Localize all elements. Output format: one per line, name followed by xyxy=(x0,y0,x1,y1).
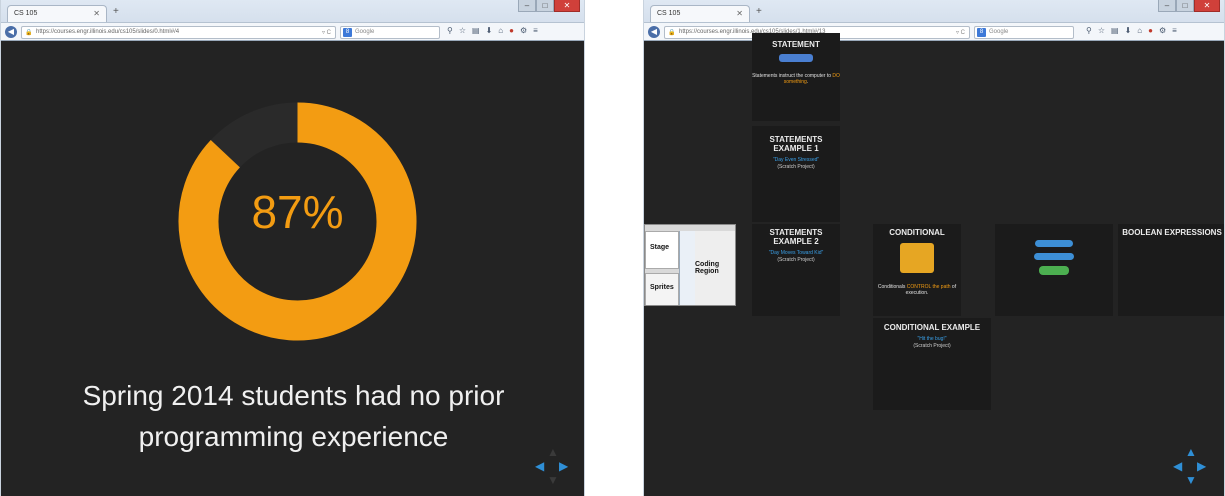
browser-window-left: CS 105 ✕ + – □ ✕ ◀ 🔒 https://courses.eng… xyxy=(0,0,585,496)
caption-line-1: Spring 2014 students had no prior xyxy=(82,380,505,411)
boolean-block-2 xyxy=(1034,253,1074,260)
boolean-block-1 xyxy=(1035,240,1073,247)
card-title: STATEMENTS EXAMPLE 1 xyxy=(769,135,823,153)
bookmark-star-icon[interactable]: ☆ xyxy=(1098,26,1105,35)
close-window-icon[interactable]: ✕ xyxy=(554,0,580,12)
close-tab-icon[interactable]: ✕ xyxy=(736,9,743,18)
slide-card-statements-example-1[interactable]: STATEMENTS EXAMPLE 1 "Day Even Stressed"… xyxy=(752,126,840,222)
browser-chrome: CS 105 ✕ + – □ ✕ ◀ 🔒 https://courses.eng… xyxy=(1,0,584,41)
bookmarks-list-icon[interactable]: ▤ xyxy=(472,26,480,35)
maximize-icon[interactable]: □ xyxy=(1176,0,1194,12)
card-title: STATEMENTS EXAMPLE 2 xyxy=(769,228,823,246)
card-subtitle: (Scratch Project) xyxy=(777,164,815,170)
menu-icon[interactable]: ≡ xyxy=(533,26,538,35)
tab-title: CS 105 xyxy=(657,10,681,17)
url-text: https://courses.engr.illinois.edu/cs105/… xyxy=(36,29,180,35)
menu-icon[interactable]: ≡ xyxy=(1172,26,1177,35)
home-icon[interactable]: ⌂ xyxy=(1137,26,1142,35)
search-icon[interactable]: ⚲ xyxy=(447,26,453,35)
back-arrow-icon[interactable]: ◀ xyxy=(648,26,660,38)
nav-right-arrow-icon[interactable]: ▶ xyxy=(1197,460,1206,472)
caption-line-2: programming experience xyxy=(138,421,449,452)
toolbar-icons: ⚲ ☆ ▤ ⬇ ⌂ ● ⚙ ≡ xyxy=(1086,26,1177,35)
tab-title: CS 105 xyxy=(14,10,38,17)
close-tab-icon[interactable]: ✕ xyxy=(93,9,100,18)
lock-icon: 🔒 xyxy=(668,30,676,36)
nav-up-arrow-icon: ▲ xyxy=(547,445,559,459)
statement-text-end: . xyxy=(806,79,809,85)
bookmarks-list-icon[interactable]: ▤ xyxy=(1111,26,1119,35)
card-title: CONDITIONAL EXAMPLE xyxy=(883,323,981,332)
browser-chrome: CS 105 ✕ + – □ ✕ ◀ 🔒 https://courses.eng… xyxy=(644,0,1224,41)
window-controls: – □ ✕ xyxy=(518,0,580,12)
slide-caption: Spring 2014 students had no prior progra… xyxy=(1,375,584,457)
reload-icon[interactable]: ▿ C xyxy=(956,29,965,36)
google-icon: 8 xyxy=(343,28,352,37)
extension-icon[interactable]: ⚙ xyxy=(520,26,527,35)
nav-left-arrow-icon[interactable]: ◀ xyxy=(1173,460,1182,472)
address-bar[interactable]: 🔒 https://courses.engr.illinois.edu/cs10… xyxy=(21,26,336,39)
card-text: Statements instruct the computer to DO s… xyxy=(752,73,840,85)
download-icon[interactable]: ⬇ xyxy=(486,26,493,35)
google-icon: 8 xyxy=(977,28,986,37)
close-window-icon[interactable]: ✕ xyxy=(1194,0,1220,12)
thumbnail-stage-label: Stage xyxy=(645,231,679,269)
back-arrow-icon[interactable]: ◀ xyxy=(5,26,17,38)
percentage-label: 87% xyxy=(251,186,344,238)
navigation-bar: ◀ 🔒 https://courses.engr.illinois.edu/cs… xyxy=(1,22,584,41)
home-icon[interactable]: ⌂ xyxy=(498,26,503,35)
card-title: BOOLEAN EXPRESSIONS xyxy=(1122,228,1222,237)
extension-icon[interactable]: ⚙ xyxy=(1159,26,1166,35)
scratch-statement-block xyxy=(779,54,813,62)
search-placeholder: Google xyxy=(989,29,1009,35)
new-tab-icon[interactable]: + xyxy=(113,6,119,17)
card-link[interactable]: "Day Even Stressed" xyxy=(752,157,840,163)
card-link[interactable]: "Hit the bug!" xyxy=(873,336,991,342)
card-title: STATEMENT xyxy=(772,40,820,49)
search-box[interactable]: 8 Google xyxy=(974,26,1074,39)
thumbnail-sprites-label: Sprites xyxy=(645,273,679,305)
card-link[interactable]: "Day Moves Toward Kid" xyxy=(752,250,840,256)
slide-card-conditional-example[interactable]: CONDITIONAL EXAMPLE "Hit the bug!" (Scra… xyxy=(873,318,991,410)
slide-card-statement[interactable]: STATEMENT Statements instruct the comput… xyxy=(752,33,840,121)
slide-card-conditional[interactable]: CONDITIONAL Conditionals CONTROL the pat… xyxy=(873,224,961,316)
scratch-if-block xyxy=(900,243,934,273)
new-tab-icon[interactable]: + xyxy=(756,6,762,17)
thumbnail-coding-region-label: Coding Region xyxy=(695,231,735,305)
addon-icon[interactable]: ● xyxy=(1148,26,1153,35)
download-icon[interactable]: ⬇ xyxy=(1125,26,1132,35)
maximize-icon[interactable]: □ xyxy=(536,0,554,12)
thumbnail-block-palette xyxy=(679,231,695,305)
window-controls: – □ ✕ xyxy=(1158,0,1220,12)
conditional-text: Conditionals xyxy=(877,284,907,290)
search-icon[interactable]: ⚲ xyxy=(1086,26,1092,35)
browser-tab[interactable]: CS 105 ✕ xyxy=(7,5,107,22)
browser-tab[interactable]: CS 105 ✕ xyxy=(650,5,750,22)
nav-up-arrow-icon[interactable]: ▲ xyxy=(1185,446,1197,458)
scratch-interface-thumbnail: Stage Sprites Coding Region xyxy=(644,224,736,306)
lock-icon: 🔒 xyxy=(25,30,33,36)
minimize-icon[interactable]: – xyxy=(1158,0,1176,12)
card-subtitle: (Scratch Project) xyxy=(777,257,815,263)
card-title: CONDITIONAL xyxy=(889,228,945,237)
search-placeholder: Google xyxy=(355,29,375,35)
card-subtitle: (Scratch Project) xyxy=(913,343,951,349)
boolean-block-3 xyxy=(1039,266,1069,275)
slide-card-boolean-expressions[interactable]: BOOLEAN EXPRESSIONS xyxy=(1118,224,1224,316)
card-text: Conditionals CONTROL the path of executi… xyxy=(873,284,961,296)
minimize-icon[interactable]: – xyxy=(518,0,536,12)
nav-right-arrow-icon[interactable]: ▶ xyxy=(559,460,568,472)
slide-card-boolean-blocks[interactable] xyxy=(995,224,1113,316)
browser-window-right: CS 105 ✕ + – □ ✕ ◀ 🔒 https://courses.eng… xyxy=(643,0,1225,496)
nav-down-arrow-icon: ▼ xyxy=(547,473,559,487)
slide-card-statements-example-2[interactable]: STATEMENTS EXAMPLE 2 "Day Moves Toward K… xyxy=(752,224,840,316)
bookmark-star-icon[interactable]: ☆ xyxy=(459,26,466,35)
nav-down-arrow-icon[interactable]: ▼ xyxy=(1185,474,1197,486)
reload-icon[interactable]: ▿ C xyxy=(322,29,331,36)
navigation-bar: ◀ 🔒 https://courses.engr.illinois.edu/cs… xyxy=(644,22,1224,41)
search-box[interactable]: 8 Google xyxy=(340,26,440,39)
addon-icon[interactable]: ● xyxy=(509,26,514,35)
toolbar-icons: ⚲ ☆ ▤ ⬇ ⌂ ● ⚙ ≡ xyxy=(447,26,538,35)
nav-left-arrow-icon[interactable]: ◀ xyxy=(535,460,544,472)
